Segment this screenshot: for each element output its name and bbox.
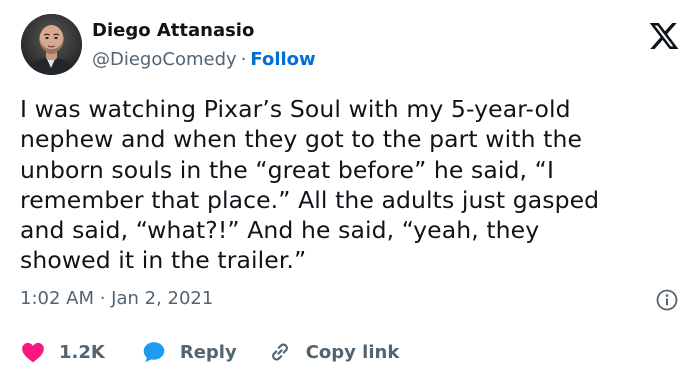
follow-button[interactable]: Follow: [250, 49, 315, 70]
link-icon: [271, 343, 288, 361]
author-display-name[interactable]: Diego Attanasio: [92, 19, 316, 43]
reply-button[interactable]: Reply: [141, 339, 237, 365]
x-logo-icon[interactable]: [648, 20, 680, 52]
tweet-text-line: showed it in the trailer.”: [20, 246, 307, 275]
author-info: Diego Attanasio @DiegoComedy · Follow: [92, 19, 316, 72]
author-avatar[interactable]: [21, 14, 82, 75]
tweet-text-line: and said, “what?!” And he said, “yeah, t…: [20, 216, 540, 245]
reply-label: Reply: [179, 341, 237, 363]
tweet-text: I was watching Pixar’s Soul with my 5-ye…: [20, 94, 685, 276]
copy-link-label: Copy link: [305, 341, 400, 363]
info-icon[interactable]: [655, 288, 679, 312]
tweet-timestamp[interactable]: 1:02 AM · Jan 2, 2021: [20, 287, 213, 311]
like-count: 1.2K: [59, 341, 105, 363]
copy-link-button[interactable]: Copy link: [267, 339, 400, 365]
author-handle-row: @DiegoComedy · Follow: [92, 48, 316, 72]
handle-separator: ·: [240, 49, 247, 70]
tweet-text-line: remember that place.” All the adults jus…: [20, 185, 600, 214]
heart-icon: [22, 342, 44, 363]
tweet-text-line: unborn souls in the “great before” he sa…: [20, 155, 554, 184]
profile-photo-icon: [21, 14, 82, 75]
tweet-text-line: nephew and when they got to the part wit…: [20, 125, 583, 154]
like-button[interactable]: 1.2K: [20, 339, 105, 365]
author-handle[interactable]: @DiegoComedy: [92, 49, 237, 70]
speech-bubble-icon: [143, 342, 165, 363]
tweet-actions: 1.2K Reply Copy link: [20, 336, 399, 368]
tweet-text-line: I was watching Pixar’s Soul with my 5-ye…: [20, 95, 571, 123]
tweet-card: Diego Attanasio @DiegoComedy · Follow I wa…: [0, 0, 700, 379]
